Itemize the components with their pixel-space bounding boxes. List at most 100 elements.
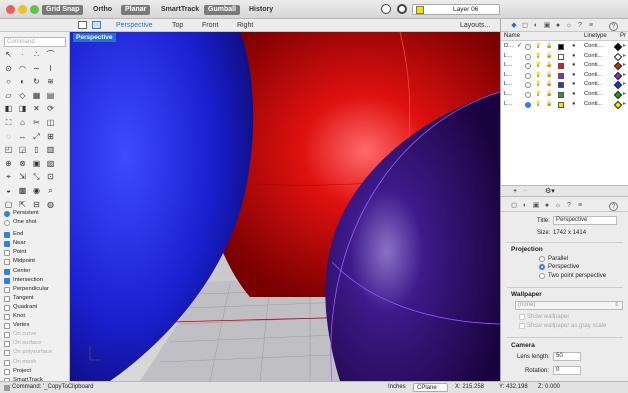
tool-button-icon[interactable]: ∼ (32, 64, 41, 73)
layer-row[interactable]: L... 💡 🔓 ● Conti... ▸ (501, 52, 628, 61)
osnap-option[interactable]: On surface (4, 339, 68, 348)
tool-button-icon[interactable]: ▥ (46, 145, 55, 154)
tool-button-icon[interactable]: ▢ (4, 200, 13, 209)
osnap-option[interactable]: Intersection (4, 276, 68, 285)
display-panel-icon[interactable]: ◐ (532, 22, 540, 30)
layouts-menu[interactable]: Layouts... (460, 21, 490, 30)
lock-icon[interactable]: 🔓 (546, 61, 552, 70)
notes-props-icon[interactable]: ≡ (576, 202, 584, 210)
layer-linetype[interactable]: Conti... (584, 71, 602, 80)
tab-right[interactable]: Right (237, 21, 253, 30)
linetype-column-header[interactable]: Linetype (584, 32, 607, 41)
print-column-header[interactable]: Pr (620, 32, 626, 41)
print-color-icon[interactable] (613, 90, 623, 100)
osnap-checkbox[interactable] (4, 286, 10, 293)
gumball-toggle[interactable]: Gumball (204, 5, 241, 15)
light-props-icon[interactable]: ☼ (554, 202, 562, 210)
tool-button-icon[interactable]: ⊟ (32, 200, 41, 209)
tool-button-icon[interactable]: ○ (4, 77, 13, 86)
print-color-icon[interactable] (613, 81, 623, 90)
osnap-option[interactable]: Vertex (4, 321, 68, 330)
layer-color-swatch[interactable] (558, 92, 564, 98)
tab-perspective[interactable]: Perspective (116, 21, 153, 30)
name-column-header[interactable]: Name (504, 32, 520, 41)
notes-panel-icon[interactable]: ≡ (587, 22, 595, 30)
layer-linetype[interactable]: Conti... (584, 52, 602, 61)
lights-panel-icon[interactable]: ☼ (565, 22, 573, 30)
tool-button-icon[interactable]: ↖ (4, 50, 13, 59)
tool-button-icon[interactable]: ◲ (18, 145, 27, 154)
viewport-title-label[interactable]: Perspective (73, 33, 116, 42)
tool-button-icon[interactable]: ✕ (32, 104, 41, 113)
layer-linetype[interactable]: Conti... (584, 100, 602, 109)
osnap-checkbox[interactable] (4, 323, 10, 330)
tool-button-icon[interactable]: ⇱ (18, 200, 27, 209)
osnap-checkbox[interactable] (4, 241, 10, 248)
osnap-checkbox[interactable] (4, 250, 10, 257)
osnap-option[interactable]: Knot (4, 312, 68, 321)
osnap-option[interactable]: Midpoint (4, 257, 68, 266)
tool-button-icon[interactable]: ⊗ (18, 159, 27, 168)
lock-icon[interactable]: 🔓 (546, 42, 552, 51)
tool-button-icon[interactable]: ◨ (18, 104, 27, 113)
lock-icon[interactable]: 🔓 (546, 52, 552, 61)
more-icon[interactable]: ▸ (623, 100, 626, 109)
tool-button-icon[interactable]: ∴ (32, 50, 41, 59)
layer-linetype[interactable]: Conti... (584, 80, 602, 89)
osnap-checkbox[interactable] (4, 268, 10, 275)
tool-button-icon[interactable]: ◠ (18, 64, 27, 73)
osnap-checkbox[interactable] (4, 232, 10, 239)
tool-button-icon[interactable]: · (18, 50, 27, 59)
osnap-radio[interactable] (4, 220, 10, 227)
record-history-icon[interactable] (381, 4, 391, 14)
layer-color-swatch[interactable] (558, 44, 564, 50)
lightbulb-icon[interactable]: 💡 (535, 90, 541, 99)
osnap-option[interactable]: Tangent (4, 294, 68, 303)
tab-top[interactable]: Top (172, 21, 183, 30)
layer-linetype[interactable]: Conti... (584, 90, 602, 99)
material-sphere-icon[interactable]: ● (572, 42, 576, 51)
grid-snap-toggle[interactable]: Grid Snap (42, 5, 84, 15)
units-label[interactable]: Inches (388, 382, 406, 393)
layer-row[interactable]: L... 💡 🔓 ● Conti... ▸ (501, 61, 628, 71)
tool-button-icon[interactable]: ◇ (18, 91, 27, 100)
tool-button-icon[interactable]: ⤡ (32, 172, 41, 181)
show-gray-checkbox[interactable] (519, 323, 525, 329)
wallpaper-select[interactable]: (none) ⇕ (515, 301, 623, 310)
perspective-radio[interactable] (539, 264, 545, 270)
properties-panel-icon[interactable]: ◻ (521, 22, 529, 30)
layer-color-swatch[interactable] (558, 101, 564, 108)
lightbulb-icon[interactable]: 💡 (535, 80, 541, 89)
material-sphere-icon[interactable]: ● (572, 52, 576, 61)
tool-button-icon[interactable]: ⌖ (4, 172, 13, 181)
two-point-radio[interactable] (539, 273, 545, 279)
osnap-option[interactable]: On curve (4, 330, 68, 339)
osnap-radio[interactable] (4, 211, 10, 217)
layer-row[interactable]: L... 💡 🔓 ● Conti... ▸ (501, 100, 628, 109)
print-color-icon[interactable] (613, 100, 623, 109)
layer-color-swatch[interactable] (558, 72, 564, 79)
tool-button-icon[interactable]: ⊞ (46, 132, 55, 141)
rotation-field[interactable]: 0 (553, 366, 581, 375)
layer-linetype[interactable]: Conti... (584, 42, 602, 51)
tool-button-icon[interactable]: ◰ (4, 145, 13, 154)
tool-button-icon[interactable]: ▦ (32, 91, 41, 100)
osnap-option[interactable]: One shot (4, 218, 68, 227)
tool-button-icon[interactable]: ⌂ (18, 118, 27, 127)
tool-button-icon[interactable]: ◫ (46, 118, 55, 127)
radio-current-icon[interactable] (525, 72, 531, 79)
tool-button-icon[interactable]: ▱ (4, 91, 13, 100)
lock-icon[interactable]: 🔓 (546, 90, 552, 99)
parallel-radio[interactable] (539, 256, 545, 262)
more-icon[interactable]: ▸ (623, 42, 626, 51)
lightbulb-icon[interactable]: 💡 (535, 100, 541, 109)
materials-panel-icon[interactable]: ● (554, 22, 562, 30)
command-history-icon[interactable] (4, 385, 10, 391)
osnap-checkbox[interactable] (4, 332, 10, 339)
print-color-icon[interactable] (613, 42, 623, 52)
lock-icon[interactable]: 🔓 (546, 100, 552, 109)
perspective-viewport[interactable]: Perspective (70, 32, 500, 381)
tool-button-icon[interactable]: ▤ (46, 91, 55, 100)
zoom-window-button[interactable] (30, 5, 39, 14)
radio-current-icon[interactable] (525, 44, 531, 50)
